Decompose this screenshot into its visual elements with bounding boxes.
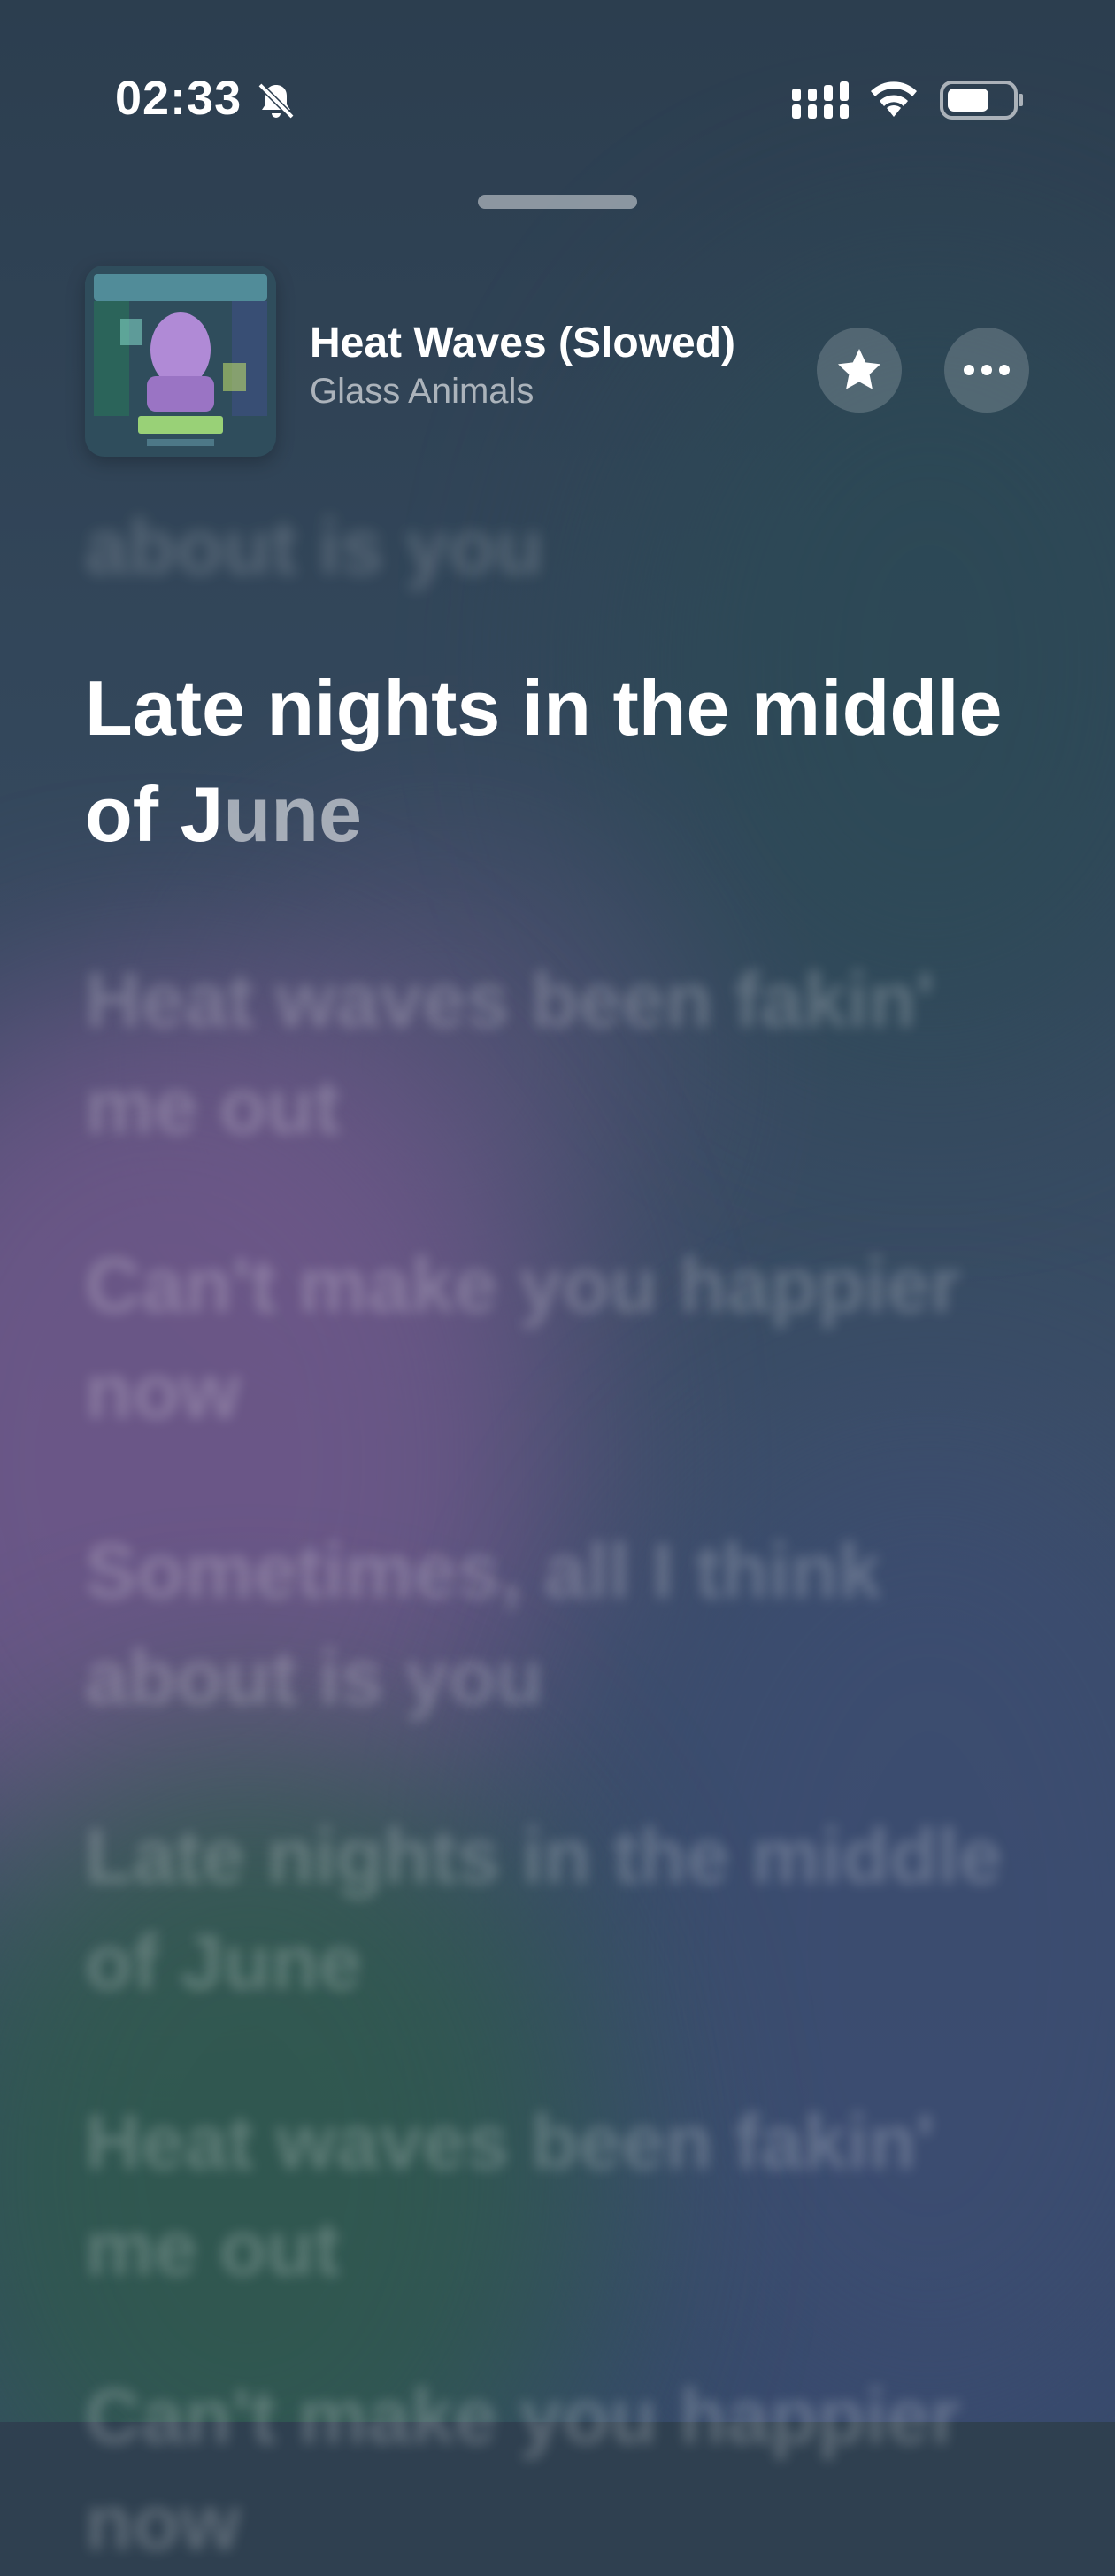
album-cover[interactable] xyxy=(85,266,276,457)
star-icon xyxy=(838,349,880,389)
status-bar: 02:33 xyxy=(0,0,1115,142)
wifi-icon xyxy=(871,81,917,117)
lyric-unsung-text: une xyxy=(223,770,362,858)
battery-icon xyxy=(940,81,1023,120)
lyric-line[interactable]: Heat waves been fakin' me out xyxy=(85,947,1058,1160)
status-time: 02:33 xyxy=(115,72,242,125)
track-artist[interactable]: Glass Animals xyxy=(310,372,534,412)
lyric-line-active[interactable]: Late nights in the middle of June xyxy=(85,655,1058,868)
bell-muted-icon xyxy=(258,82,295,120)
sheet-grabber[interactable] xyxy=(478,195,637,209)
lyric-line[interactable]: Can't make you happier now xyxy=(85,1232,1058,1445)
track-title[interactable]: Heat Waves (Slowed) xyxy=(310,319,735,367)
lyric-line-previous[interactable]: about is you xyxy=(85,494,1058,600)
lyric-line[interactable]: Late nights in the middle of June xyxy=(85,1803,1058,2016)
cellular-signal-icon xyxy=(792,81,849,119)
favorite-button[interactable] xyxy=(817,328,902,413)
now-playing-header: Heat Waves (Slowed) Glass Animals xyxy=(0,266,1115,460)
more-options-button[interactable] xyxy=(944,328,1029,413)
lyric-line[interactable]: Heat waves been fakin' me out xyxy=(85,2089,1058,2302)
lyric-line[interactable]: Can't make you happier now xyxy=(85,2364,1058,2576)
lyric-line[interactable]: Sometimes, all I think about is you xyxy=(85,1518,1058,1731)
ellipsis-icon xyxy=(964,365,1010,375)
